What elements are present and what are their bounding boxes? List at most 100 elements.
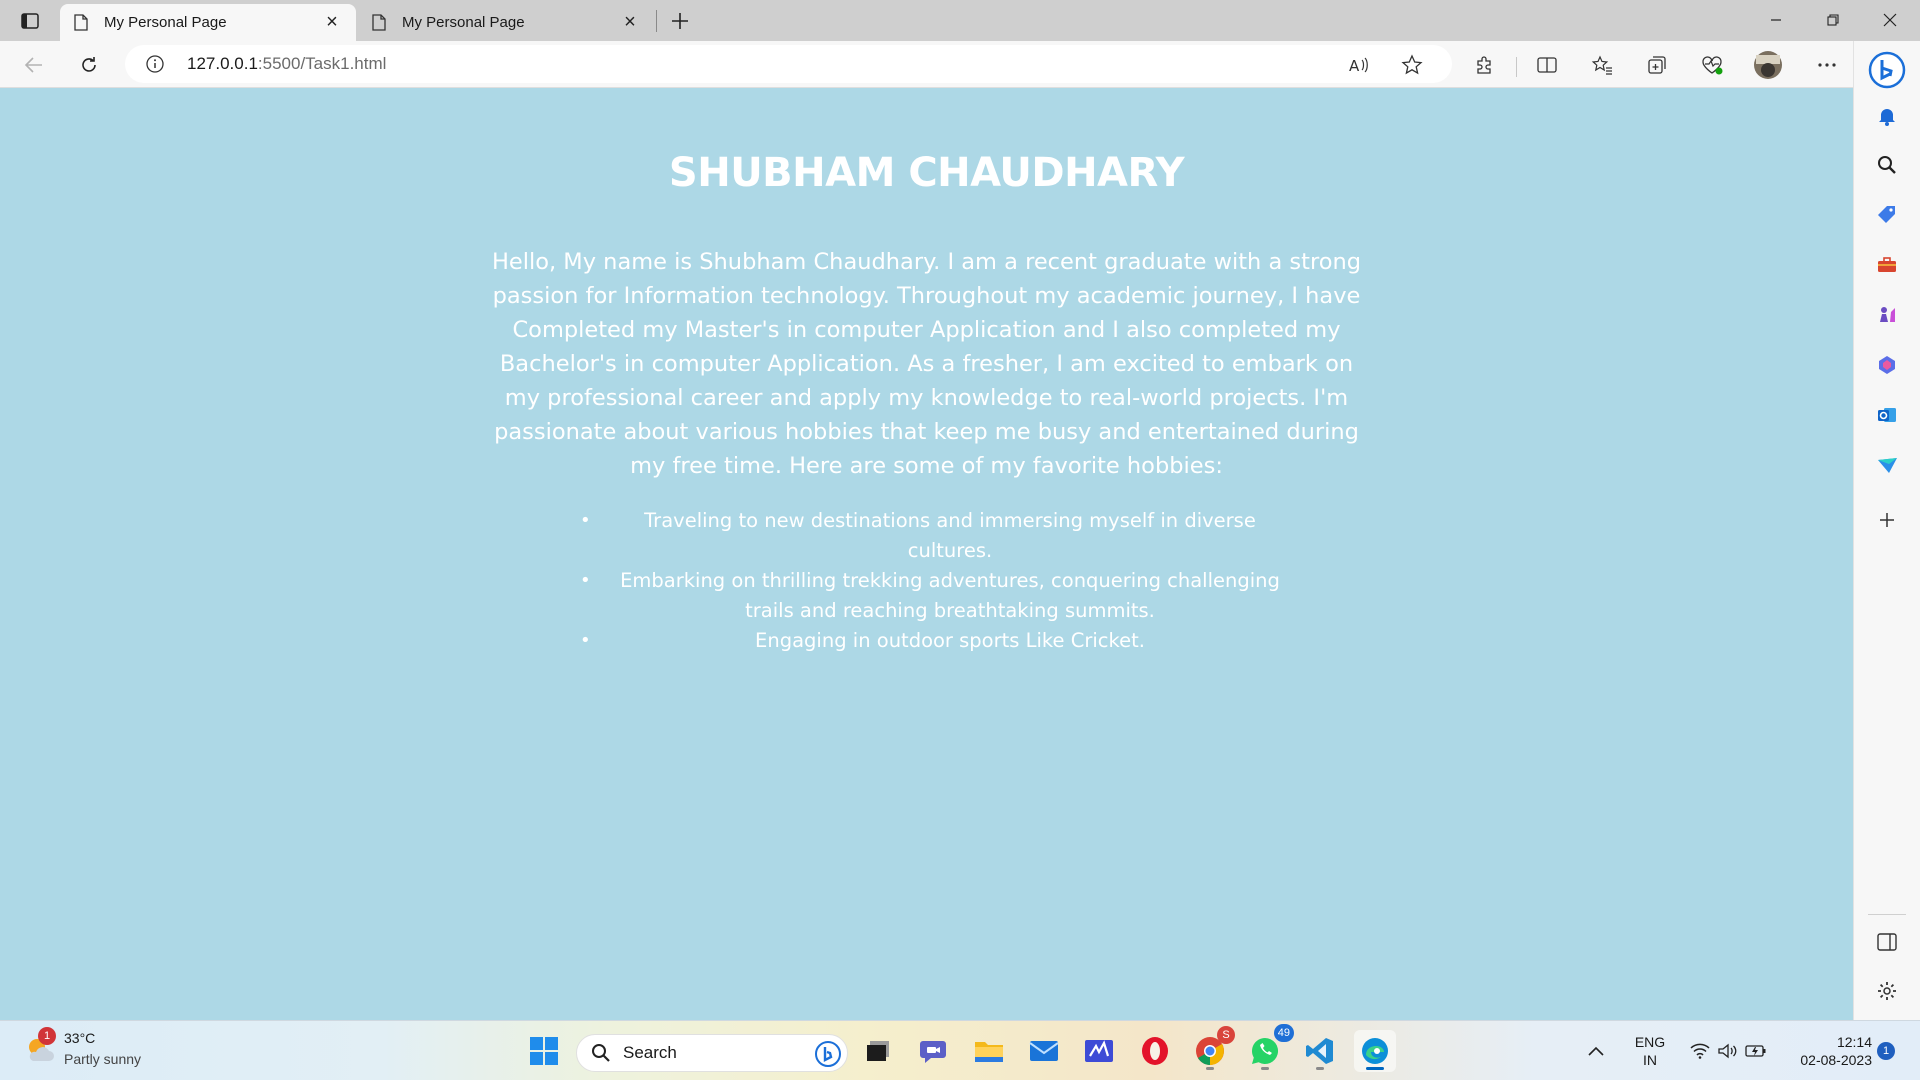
gear-icon (1878, 982, 1896, 1000)
whatsapp-icon (1252, 1038, 1279, 1064)
bullet-icon: • (580, 630, 591, 651)
plus-icon (672, 13, 688, 29)
clock[interactable]: 12:14 02-08-2023 (1782, 1033, 1872, 1069)
language-code: ENG (1634, 1034, 1666, 1050)
vscode-icon (1306, 1038, 1333, 1064)
folder-icon (975, 1042, 1003, 1062)
m365-icon (1879, 356, 1895, 374)
chrome-button[interactable]: S (1189, 1026, 1235, 1072)
edge-icon (1362, 1038, 1388, 1064)
more-options-button[interactable] (1809, 47, 1845, 83)
bell-icon (1879, 109, 1895, 126)
split-screen-icon (1537, 57, 1557, 73)
copilot-button[interactable] (1868, 51, 1906, 89)
close-window-button[interactable] (1862, 0, 1918, 40)
start-button[interactable] (523, 1030, 565, 1072)
windows-logo-icon (530, 1037, 558, 1065)
sidebar-divider (1868, 914, 1906, 915)
toolbox-icon (1878, 257, 1896, 272)
outlook-button[interactable] (1874, 402, 1900, 428)
favorites-button[interactable] (1584, 47, 1620, 83)
minimize-button[interactable] (1748, 0, 1804, 40)
whatsapp-button[interactable]: 49 (1244, 1024, 1294, 1072)
mail-button[interactable] (1023, 1030, 1065, 1072)
heart-pulse-icon (1702, 56, 1723, 75)
sidebar-search-button[interactable] (1874, 152, 1900, 178)
send-plane-icon (1878, 458, 1897, 473)
split-screen-button[interactable] (1529, 47, 1565, 83)
tab-actions-button[interactable] (12, 6, 48, 36)
favorite-star-icon[interactable] (1401, 54, 1423, 76)
language-indicator[interactable]: ENG IN (1628, 1033, 1672, 1069)
chevron-up-icon (1588, 1046, 1604, 1056)
show-hidden-icons-button[interactable] (1580, 1030, 1612, 1072)
sidebar-settings-button[interactable] (1874, 978, 1900, 1004)
list-item: • Engaging in outdoor sports Like Cricket… (580, 626, 1320, 656)
edge-button[interactable] (1354, 1030, 1396, 1072)
clock-time: 12:14 (1836, 1034, 1872, 1050)
profile-button[interactable] (1750, 47, 1786, 83)
browser-essentials-button[interactable] (1694, 47, 1730, 83)
tab-my-personal-page-1[interactable]: My Personal Page × (60, 4, 356, 41)
plus-icon (1880, 513, 1894, 527)
microsoft-365-button[interactable] (1874, 352, 1900, 378)
hide-sidebar-button[interactable] (1874, 929, 1900, 955)
teams-chat-button[interactable] (913, 1030, 955, 1072)
notification-count-badge[interactable]: 1 (1877, 1042, 1895, 1060)
battery-button[interactable] (1740, 1030, 1772, 1072)
opera-button[interactable] (1134, 1030, 1176, 1072)
site-info-icon[interactable] (145, 54, 165, 74)
tab-close-icon[interactable]: × (620, 11, 640, 33)
tools-button[interactable] (1874, 252, 1900, 278)
chrome-profile-badge: S (1217, 1026, 1235, 1044)
vscode-button[interactable] (1299, 1030, 1341, 1072)
whatsapp-unread-badge: 49 (1273, 1024, 1294, 1042)
battery-charging-icon (1745, 1045, 1766, 1057)
notifications-button[interactable] (1874, 103, 1900, 129)
shopping-button[interactable] (1874, 202, 1900, 228)
page-title: SHUBHAM CHAUDHARY (668, 150, 1185, 196)
windows-taskbar: 1 33°C Partly sunny Search S 49 ENG IN 1… (0, 1020, 1920, 1080)
clock-date: 02-08-2023 (1800, 1052, 1872, 1068)
browser-toolbar: 127.0.0.1:5500/Task1.html A (0, 41, 1920, 88)
games-button[interactable] (1874, 302, 1900, 328)
ellipsis-icon (1818, 63, 1836, 67)
refresh-button[interactable] (71, 47, 107, 83)
restore-button[interactable] (1805, 0, 1861, 40)
read-aloud-icon[interactable]: A (1347, 54, 1369, 76)
task-view-button[interactable] (857, 1030, 899, 1072)
new-tab-button[interactable] (664, 6, 696, 36)
weather-condition: Partly sunny (64, 1051, 142, 1067)
whiteboard-button[interactable] (1078, 1030, 1120, 1072)
back-button[interactable] (16, 47, 52, 83)
mail-icon (1029, 1041, 1059, 1061)
tab-title: My Personal Page (402, 14, 525, 31)
taskbar-search[interactable]: Search (576, 1034, 848, 1072)
drop-button[interactable] (1874, 452, 1900, 478)
hobby-text: Traveling to new destinations and immers… (644, 509, 1256, 562)
chess-piece-icon (1880, 307, 1895, 322)
whiteboard-icon (1085, 1040, 1113, 1062)
bullet-icon: • (580, 570, 591, 591)
refresh-icon (82, 57, 96, 72)
file-explorer-button[interactable] (968, 1030, 1010, 1072)
close-icon (1883, 13, 1897, 27)
active-app-indicator (1366, 1067, 1384, 1070)
restore-icon (1827, 14, 1839, 26)
tab-my-personal-page-2[interactable]: My Personal Page × (358, 4, 654, 41)
list-item: • Embarking on thrilling trekking adventu… (580, 566, 1320, 626)
sidebar-panel-icon (1877, 933, 1897, 951)
weather-widget[interactable]: 1 33°C Partly sunny (22, 1027, 222, 1073)
running-indicator (1261, 1067, 1269, 1070)
add-sidebar-app-button[interactable] (1874, 507, 1900, 533)
extensions-button[interactable] (1467, 47, 1503, 83)
url-host: 127.0.0.1 (187, 54, 258, 73)
tab-close-icon[interactable]: × (322, 11, 342, 33)
address-bar[interactable]: 127.0.0.1:5500/Task1.html A (125, 45, 1452, 83)
collections-button[interactable] (1639, 47, 1675, 83)
hobby-text: Engaging in outdoor sports Like Cricket. (755, 629, 1145, 652)
minimize-icon (1771, 19, 1781, 21)
search-icon (1878, 156, 1896, 174)
collections-icon (1648, 56, 1666, 74)
web-page-content: SHUBHAM CHAUDHARY Hello, My name is Shub… (0, 88, 1853, 1020)
